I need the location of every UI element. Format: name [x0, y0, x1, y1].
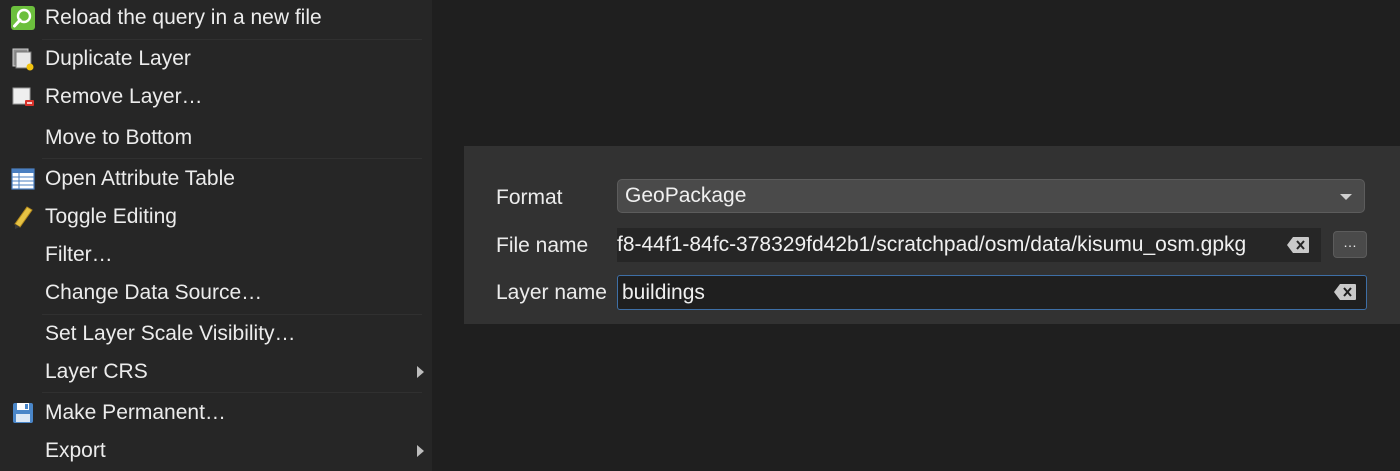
- layer-name-input[interactable]: buildings: [617, 275, 1367, 310]
- menu-separator: [42, 392, 422, 393]
- menu-item-label: Layer CRS: [45, 360, 148, 383]
- menu-item-label: Export: [45, 439, 106, 462]
- layer-name-label: Layer name: [496, 281, 607, 304]
- layer-context-menu: Reload the query in a new file Duplicate…: [0, 0, 432, 471]
- search-reload-icon: [11, 6, 35, 30]
- menu-item-open-attribute-table[interactable]: Open Attribute Table: [0, 161, 432, 197]
- menu-item-change-data-source[interactable]: Change Data Source…: [0, 275, 432, 311]
- menu-item-label: Move to Bottom: [45, 126, 193, 149]
- clear-file-name-icon[interactable]: [1287, 237, 1309, 253]
- menu-item-duplicate-layer[interactable]: Duplicate Layer: [0, 41, 432, 77]
- menu-item-label: Duplicate Layer: [45, 47, 191, 70]
- save-icon: [11, 401, 35, 425]
- file-name-label: File name: [496, 234, 589, 257]
- menu-item-toggle-editing[interactable]: Toggle Editing: [0, 199, 432, 235]
- format-label: Format: [496, 186, 563, 209]
- menu-item-label: Remove Layer…: [45, 85, 203, 108]
- menu-item-label: Filter…: [45, 243, 113, 266]
- pencil-icon: [11, 205, 35, 229]
- menu-separator: [42, 314, 422, 315]
- browse-file-button[interactable]: …: [1333, 231, 1367, 258]
- layer-name-value: buildings: [622, 280, 705, 304]
- menu-item-filter[interactable]: Filter…: [0, 237, 432, 273]
- menu-item-export[interactable]: Export: [0, 433, 432, 469]
- clear-layer-name-icon[interactable]: [1334, 284, 1356, 300]
- file-name-field[interactable]: f8-44f1-84fc-378329fd42b1/scratchpad/osm…: [617, 228, 1321, 262]
- menu-item-label: Set Layer Scale Visibility…: [45, 322, 296, 345]
- menu-item-label: Change Data Source…: [45, 281, 263, 304]
- format-value: GeoPackage: [625, 184, 747, 207]
- duplicate-layer-icon: [11, 47, 35, 71]
- menu-item-label: Open Attribute Table: [45, 167, 235, 190]
- chevron-down-icon: [1340, 194, 1352, 200]
- menu-item-reload-query[interactable]: Reload the query in a new file: [0, 0, 432, 36]
- attribute-table-icon: [11, 167, 35, 191]
- submenu-arrow-icon: [417, 445, 424, 457]
- menu-item-remove-layer[interactable]: Remove Layer…: [0, 79, 432, 115]
- menu-separator: [42, 158, 422, 159]
- menu-item-label: Toggle Editing: [45, 205, 177, 228]
- remove-layer-icon: [11, 85, 35, 109]
- menu-item-set-layer-scale-visibility[interactable]: Set Layer Scale Visibility…: [0, 316, 432, 352]
- menu-item-make-permanent[interactable]: Make Permanent…: [0, 395, 432, 431]
- submenu-arrow-icon: [417, 366, 424, 378]
- menu-item-label: Reload the query in a new file: [45, 6, 322, 29]
- menu-separator: [42, 39, 422, 40]
- menu-item-layer-crs[interactable]: Layer CRS: [0, 354, 432, 390]
- menu-item-label: Make Permanent…: [45, 401, 226, 424]
- file-name-value: f8-44f1-84fc-378329fd42b1/scratchpad/osm…: [617, 233, 1247, 256]
- format-combobox[interactable]: GeoPackage: [617, 179, 1365, 213]
- menu-item-move-to-bottom[interactable]: Move to Bottom: [0, 120, 432, 156]
